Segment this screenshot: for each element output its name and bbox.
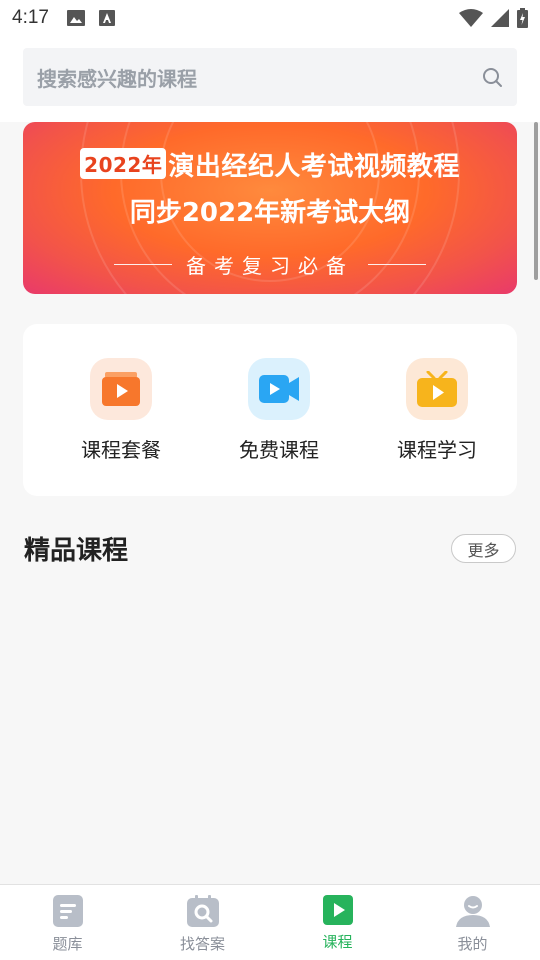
question-bank-icon	[52, 895, 83, 927]
wifi-icon	[459, 9, 483, 27]
banner-tagline-text: 备考复习必备	[186, 254, 354, 278]
banner-divider-right	[368, 264, 426, 265]
scrollbar[interactable]	[534, 122, 538, 280]
find-answer-icon	[186, 895, 219, 927]
nav-label-active: 课程	[322, 933, 353, 951]
status-bar: 4:17	[0, 0, 540, 36]
status-time: 4:17	[12, 7, 49, 28]
banner-title: 演出经纪人考试视频教程	[168, 152, 460, 182]
quick-link-course-package[interactable]: 课程套餐	[61, 358, 181, 496]
promo-banner[interactable]: 2022年 演出经纪人考试视频教程 同步2022年新考试大纲 备考复习必备	[23, 122, 517, 294]
more-button[interactable]: 更多	[451, 534, 516, 563]
course-study-tv-icon	[417, 371, 457, 407]
search-icon[interactable]	[481, 66, 503, 88]
banner-divider-left	[114, 264, 172, 265]
nav-item-question-bank[interactable]: 题库	[0, 885, 135, 960]
search-area: 搜索感兴趣的课程	[0, 36, 540, 122]
quick-link-free-course[interactable]: 免费课程	[219, 358, 339, 496]
course-play-icon	[322, 895, 353, 925]
bottom-nav: 题库 找答案 课程 我的	[0, 884, 540, 960]
banner-year-tag: 2022年	[80, 148, 167, 179]
nav-item-find-answer[interactable]: 找答案	[135, 885, 270, 960]
free-course-video-icon	[259, 375, 299, 403]
banner-subtitle: 同步2022年新考试大纲	[129, 198, 411, 228]
battery-icon	[517, 8, 528, 28]
course-package-icon	[102, 372, 140, 406]
nav-label: 我的	[457, 935, 488, 953]
search-placeholder: 搜索感兴趣的课程	[37, 66, 197, 91]
nav-item-course[interactable]: 课程	[270, 885, 405, 960]
cell-signal-icon	[491, 9, 509, 27]
quick-link-label: 课程套餐	[81, 438, 161, 462]
quick-links-card: 课程套餐 免费课程 课程学习	[23, 324, 517, 496]
quick-link-label: 课程学习	[397, 438, 477, 462]
quick-link-label: 免费课程	[239, 438, 319, 462]
gallery-notification-icon	[66, 10, 85, 26]
nav-item-profile[interactable]: 我的	[405, 885, 540, 960]
nav-label: 找答案	[179, 935, 225, 953]
quick-link-course-study[interactable]: 课程学习	[377, 358, 497, 496]
font-notification-icon	[98, 10, 115, 26]
nav-label: 题库	[52, 935, 83, 953]
banner-headline: 2022年 演出经纪人考试视频教程	[23, 146, 517, 183]
section-title: 精品课程	[24, 536, 129, 566]
search-input[interactable]: 搜索感兴趣的课程	[23, 48, 517, 106]
banner-tagline: 备考复习必备	[23, 250, 517, 279]
profile-icon	[455, 896, 490, 927]
